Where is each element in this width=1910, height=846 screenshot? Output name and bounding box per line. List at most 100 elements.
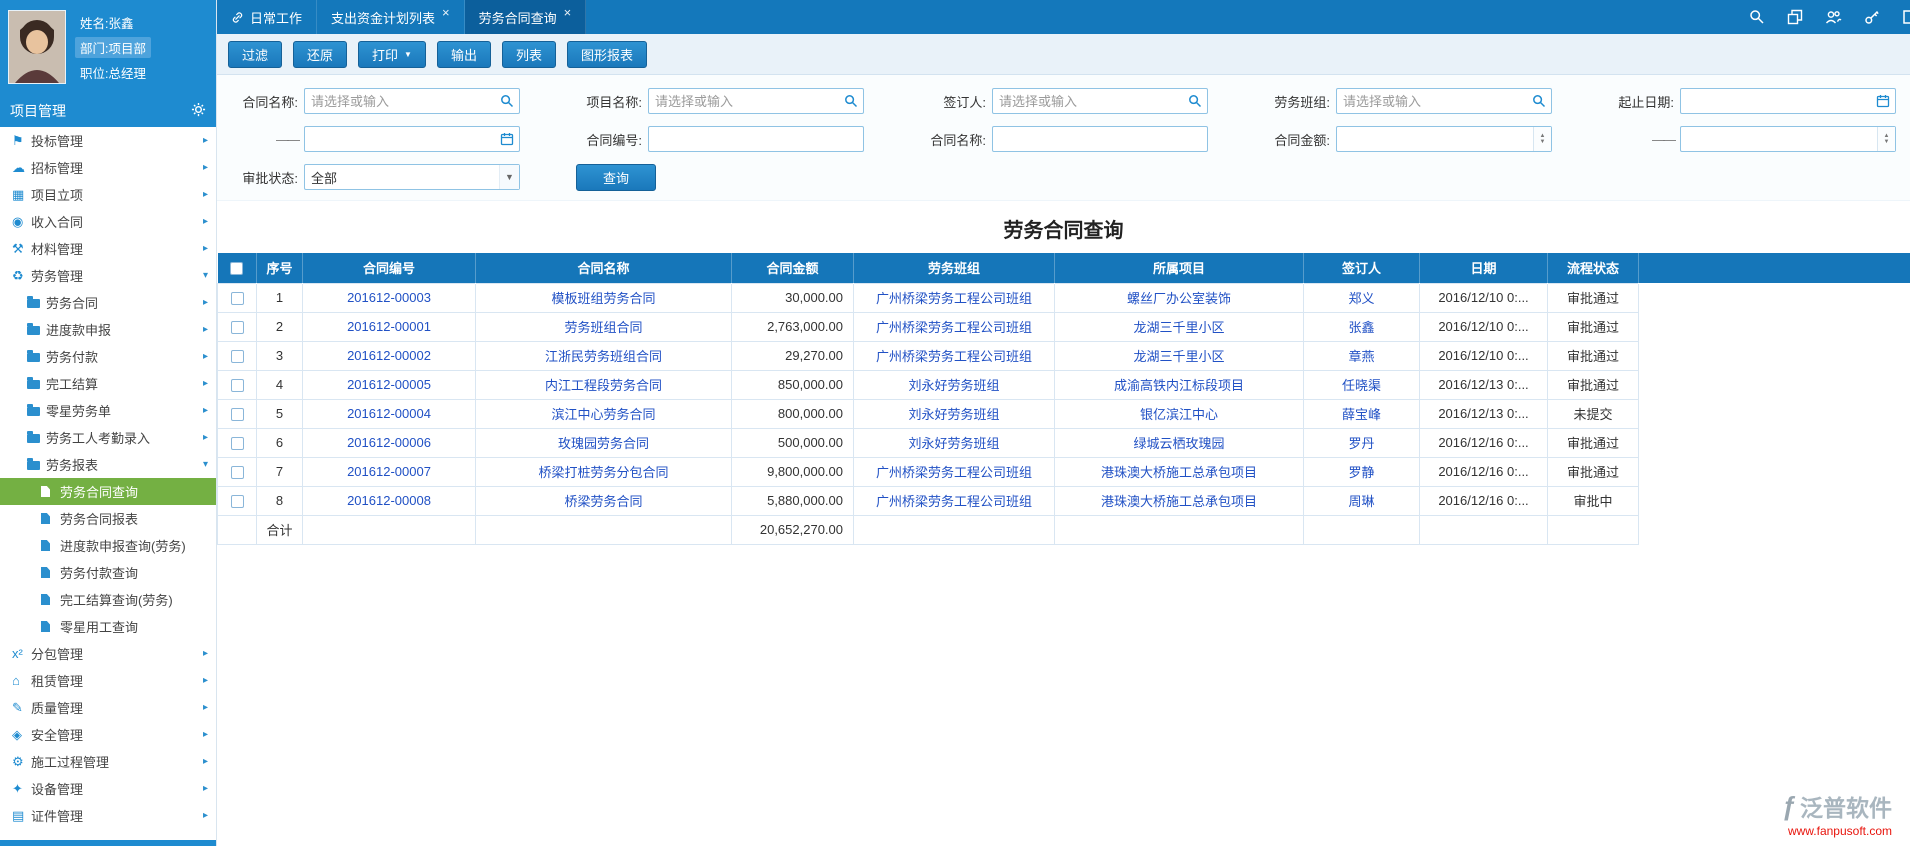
contract-code-link[interactable]: 201612-00001 (302, 311, 476, 342)
contract-no-input[interactable] (648, 126, 864, 152)
contract-code-link[interactable]: 201612-00005 (302, 369, 476, 400)
search-icon[interactable] (1749, 9, 1765, 25)
amount-min-field[interactable] (1337, 127, 1533, 151)
row-checkbox[interactable] (230, 350, 244, 364)
sidebar-section-strip[interactable] (0, 840, 216, 846)
amount-min-input[interactable]: ▲ ▼ (1336, 126, 1552, 152)
query-button[interactable]: 查询 (576, 163, 657, 191)
start-date-input[interactable] (1680, 88, 1896, 114)
approval-status-select[interactable]: 全部 ▼ (304, 164, 520, 190)
labor-team-link[interactable]: 广州桥梁劳务工程公司班组 (853, 311, 1055, 342)
search-icon[interactable] (495, 94, 519, 108)
spin-down-icon[interactable]: ▼ (1540, 139, 1546, 145)
sidebar-item-进度款申报[interactable]: 进度款申报 ▸ (0, 316, 216, 343)
contract-code-link[interactable]: 201612-00008 (302, 485, 476, 516)
sidebar-item-设备管理[interactable]: ✦ 设备管理 ▸ (0, 775, 216, 802)
signer-link[interactable]: 章燕 (1303, 340, 1420, 371)
tab-1[interactable]: 日常工作 (217, 0, 318, 34)
sidebar-item-进度款申报查询(劳务)[interactable]: 进度款申报查询(劳务) (0, 532, 216, 559)
wrench-icon[interactable] (1864, 9, 1880, 25)
dropdown-arrow-icon[interactable]: ▼ (499, 165, 519, 189)
row-checkbox[interactable] (230, 292, 244, 306)
signer-link[interactable]: 罗静 (1303, 456, 1420, 487)
labor-team-link[interactable]: 广州桥梁劳务工程公司班组 (853, 485, 1055, 516)
search-icon[interactable] (839, 94, 863, 108)
labor-team-link[interactable]: 广州桥梁劳务工程公司班组 (853, 340, 1055, 371)
project-name-input[interactable] (648, 88, 864, 114)
sidebar-item-劳务管理[interactable]: ♻ 劳务管理 ▾ (0, 262, 216, 289)
row-checkbox[interactable] (230, 495, 244, 509)
project-link[interactable]: 龙湖三千里小区 (1054, 340, 1304, 371)
sidebar-item-租赁管理[interactable]: ⌂ 租赁管理 ▸ (0, 667, 216, 694)
contract-name-link[interactable]: 桥梁劳务合同 (475, 485, 732, 516)
sidebar-item-材料管理[interactable]: ⚒ 材料管理 ▸ (0, 235, 216, 262)
sidebar-item-劳务工人考勤录入[interactable]: 劳务工人考勤录入 ▸ (0, 424, 216, 451)
row-checkbox[interactable] (230, 408, 244, 422)
sidebar-item-安全管理[interactable]: ◈ 安全管理 ▸ (0, 721, 216, 748)
signer-link[interactable]: 罗丹 (1303, 427, 1420, 458)
sidebar-item-完工结算[interactable]: 完工结算 ▸ (0, 370, 216, 397)
signer-link[interactable]: 郑义 (1303, 282, 1420, 313)
sidebar-item-劳务合同[interactable]: 劳务合同 ▸ (0, 289, 216, 316)
search-icon[interactable] (1183, 94, 1207, 108)
sidebar-section-header[interactable]: 项目管理 (0, 95, 216, 127)
amount-stepper[interactable]: ▲ ▼ (1877, 127, 1895, 151)
signer-link[interactable]: 周琳 (1303, 485, 1420, 516)
contract-name2-input[interactable] (992, 126, 1208, 152)
calendar-icon[interactable] (1871, 94, 1895, 108)
toolbar-button-过滤[interactable]: 过滤 (228, 40, 283, 68)
sidebar-item-完工结算查询(劳务)[interactable]: 完工结算查询(劳务) (0, 586, 216, 613)
cascade-windows-icon[interactable] (1787, 9, 1803, 25)
toolbar-button-打印[interactable]: 打印 ▼ (358, 40, 426, 68)
sidebar-item-项目立项[interactable]: ▦ 项目立项 ▸ (0, 181, 216, 208)
tab-2[interactable]: 支出资金计划列表 × (317, 0, 465, 34)
partial-icon[interactable] (1902, 9, 1910, 25)
sidebar-item-投标管理[interactable]: ⚑ 投标管理 ▸ (0, 127, 216, 154)
sidebar-item-分包管理[interactable]: x² 分包管理 ▸ (0, 640, 216, 667)
contract-code-link[interactable]: 201612-00004 (302, 398, 476, 429)
sidebar-item-劳务付款[interactable]: 劳务付款 ▸ (0, 343, 216, 370)
toolbar-button-列表[interactable]: 列表 (501, 40, 556, 68)
contract-name-field[interactable] (305, 89, 495, 113)
amount-stepper[interactable]: ▲ ▼ (1533, 127, 1551, 151)
end-date-field[interactable] (305, 127, 495, 151)
toolbar-button-输出[interactable]: 输出 (436, 40, 491, 68)
sidebar-item-质量管理[interactable]: ✎ 质量管理 ▸ (0, 694, 216, 721)
sidebar-item-零星用工查询[interactable]: 零星用工查询 (0, 613, 216, 640)
sidebar-item-劳务付款查询[interactable]: 劳务付款查询 (0, 559, 216, 586)
labor-team-input[interactable] (1336, 88, 1552, 114)
signer-link[interactable]: 任晓渠 (1303, 369, 1420, 400)
tab-3[interactable]: 劳务合同查询 × (464, 0, 587, 34)
signer-link[interactable]: 张鑫 (1303, 311, 1420, 342)
project-link[interactable]: 龙湖三千里小区 (1054, 311, 1304, 342)
project-name-field[interactable] (649, 89, 839, 113)
project-link[interactable]: 港珠澳大桥施工总承包项目 (1054, 485, 1304, 516)
project-link[interactable]: 绿城云栖玫瑰园 (1054, 427, 1304, 458)
calendar-icon[interactable] (495, 132, 519, 146)
toolbar-button-还原[interactable]: 还原 (293, 40, 348, 68)
project-link[interactable]: 成渝高铁内江标段项目 (1054, 369, 1304, 400)
contract-name-link[interactable]: 玫瑰园劳务合同 (475, 427, 732, 458)
signer-field[interactable] (993, 89, 1183, 113)
spin-down-icon[interactable]: ▼ (1884, 139, 1890, 145)
contract-name-link[interactable]: 桥梁打桩劳务分包合同 (475, 456, 732, 487)
contract-code-link[interactable]: 201612-00002 (302, 340, 476, 371)
sidebar-item-劳务合同报表[interactable]: 劳务合同报表 (0, 505, 216, 532)
users-icon[interactable] (1825, 9, 1842, 25)
contract-code-link[interactable]: 201612-00006 (302, 427, 476, 458)
labor-team-field[interactable] (1337, 89, 1527, 113)
contract-name-link[interactable]: 江浙民劳务班组合同 (475, 340, 732, 371)
end-date-input[interactable] (304, 126, 520, 152)
sidebar-item-施工过程管理[interactable]: ⚙ 施工过程管理 ▸ (0, 748, 216, 775)
contract-no-field[interactable] (649, 127, 863, 151)
sidebar-item-收入合同[interactable]: ◉ 收入合同 ▸ (0, 208, 216, 235)
project-link[interactable]: 港珠澳大桥施工总承包项目 (1054, 456, 1304, 487)
sidebar-item-劳务报表[interactable]: 劳务报表 ▾ (0, 451, 216, 478)
sidebar-item-零星劳务单[interactable]: 零星劳务单 ▸ (0, 397, 216, 424)
signer-input[interactable] (992, 88, 1208, 114)
row-checkbox[interactable] (230, 437, 244, 451)
row-checkbox[interactable] (230, 321, 244, 335)
contract-name-link[interactable]: 劳务班组合同 (475, 311, 732, 342)
project-link[interactable]: 银亿滨江中心 (1054, 398, 1304, 429)
sidebar-item-证件管理[interactable]: ▤ 证件管理 ▸ (0, 802, 216, 829)
